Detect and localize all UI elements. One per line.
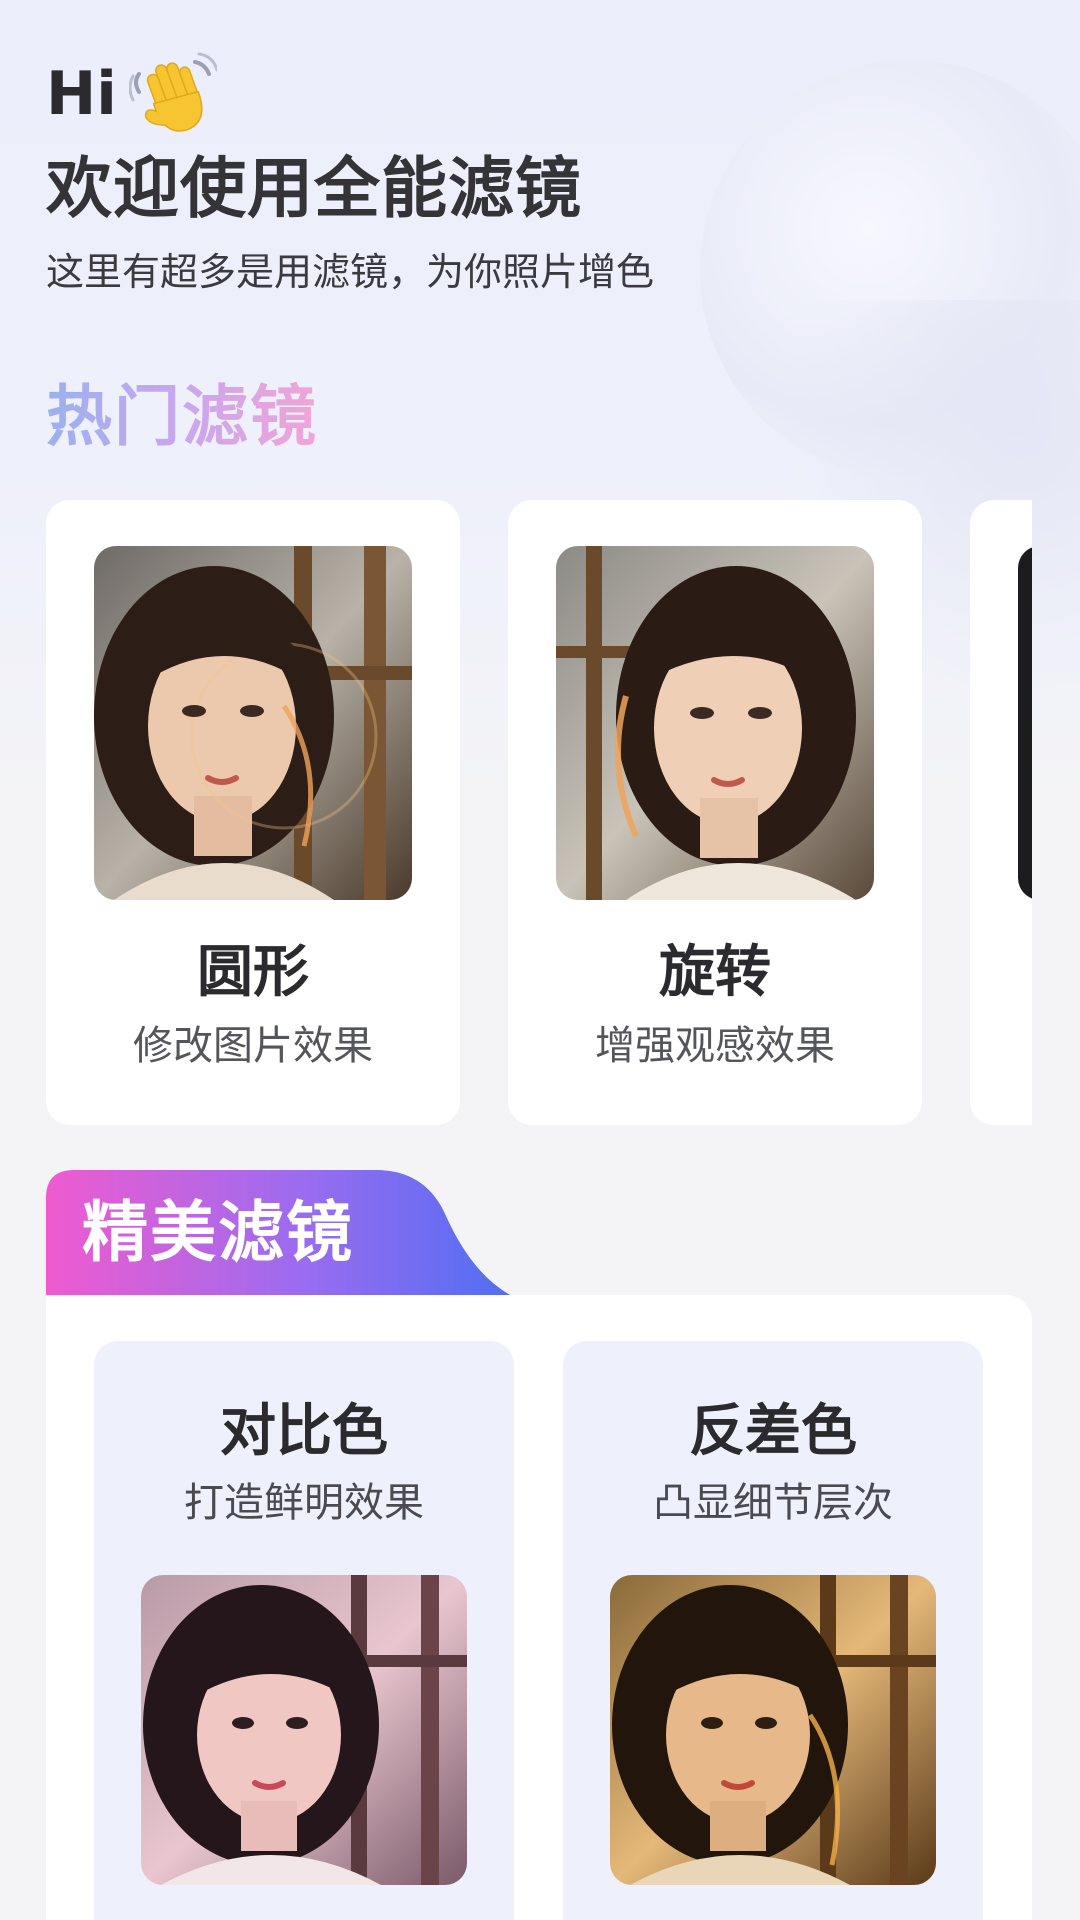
filter-name: 对比色 — [220, 1399, 388, 1464]
hot-filter-card-circle[interactable]: 圆形 修改图片效果 — [46, 500, 460, 1125]
filter-description: 增强观感效果 — [595, 1023, 835, 1069]
filter-preview-image — [94, 546, 412, 900]
filter-description: 凸显细节层次 — [653, 1480, 893, 1526]
featured-filters-tab: 精美滤镜 — [46, 1170, 516, 1298]
featured-filters-title: 精美滤镜 — [82, 1194, 354, 1271]
filter-name: 圆形 — [197, 940, 309, 1005]
welcome-title: 欢迎使用全能滤镜 — [46, 150, 582, 227]
filter-preview-image — [141, 1575, 467, 1885]
app-screen: Hi 欢迎使用全能滤镜 这里有超多是用滤镜，为你照片增色 热门滤镜 圆形 修改图… — [0, 0, 1080, 1920]
hot-filters-carousel[interactable]: 圆形 修改图片效果 旋转 增强观感效果 — [46, 500, 1032, 1125]
hot-filters-title: 热门滤镜 — [46, 372, 318, 462]
greeting-text: Hi — [46, 59, 117, 129]
filter-preview-image — [610, 1575, 936, 1885]
filter-name: 反差色 — [689, 1399, 857, 1464]
filter-preview-image — [556, 546, 874, 900]
hot-filter-card-partial[interactable] — [970, 500, 1032, 1125]
filter-description: 修改图片效果 — [133, 1023, 373, 1069]
greeting-block: Hi 欢迎使用全能滤镜 这里有超多是用滤镜，为你照片增色 — [46, 52, 654, 302]
featured-filter-card-inverse[interactable]: 反差色 凸显细节层次 — [563, 1341, 983, 1920]
hot-filter-card-rotate[interactable]: 旋转 增强观感效果 — [508, 500, 922, 1125]
waving-hand-icon — [128, 52, 217, 132]
welcome-subtitle: 这里有超多是用滤镜，为你照片增色 — [46, 250, 655, 294]
filter-preview-image — [1018, 546, 1032, 900]
filter-description: 打造鲜明效果 — [184, 1480, 424, 1526]
filter-name: 旋转 — [659, 940, 771, 1005]
greeting-row: Hi — [46, 52, 654, 136]
featured-filters-panel: 对比色 打造鲜明效果 反差色 凸显细节层次 — [46, 1295, 1032, 1920]
featured-filter-card-contrast[interactable]: 对比色 打造鲜明效果 — [94, 1341, 514, 1920]
